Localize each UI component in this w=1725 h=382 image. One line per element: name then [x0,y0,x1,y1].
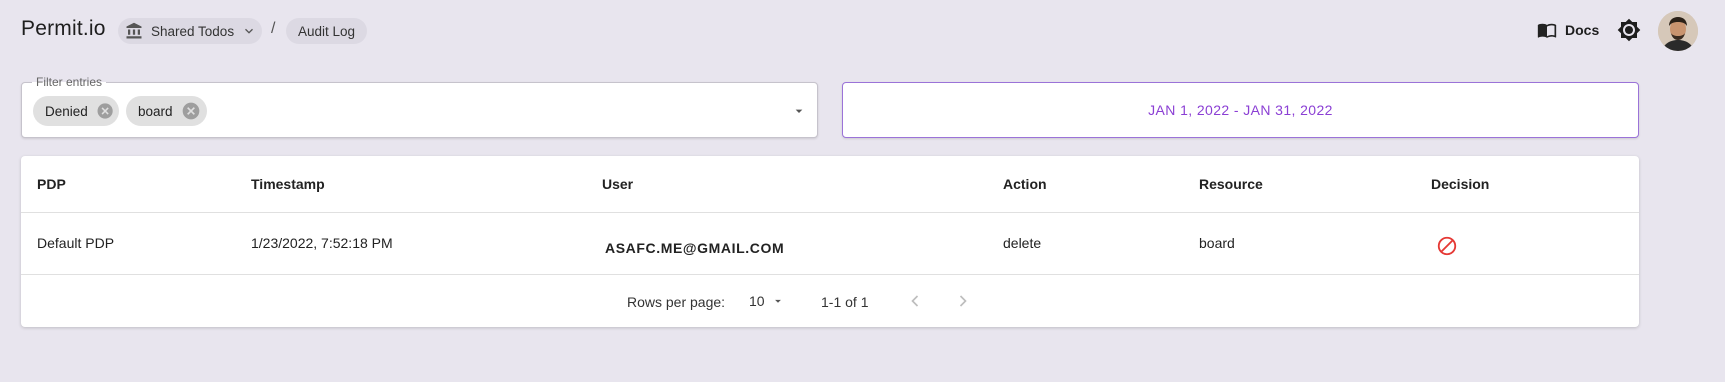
chevron-right-icon[interactable] [953,291,973,311]
filter-entries-field[interactable]: Filter entries Denied board [21,75,818,138]
filter-chip-board[interactable]: board [126,96,207,126]
cell-resource: board [1199,235,1235,251]
project-name: Shared Todos [151,23,235,39]
breadcrumb-separator: / [271,20,276,37]
pagination-range: 1-1 of 1 [821,294,869,310]
avatar-image [1658,11,1698,51]
cell-timestamp: 1/23/2022, 7:52:18 PM [251,235,393,251]
denied-icon [1437,236,1457,256]
filter-legend: Filter entries [32,75,107,89]
arrow-drop-down-icon[interactable] [791,103,807,119]
column-header-resource[interactable]: Resource [1199,176,1263,192]
docs-label: Docs [1565,22,1600,38]
rows-per-page-select[interactable]: 10 [749,293,785,309]
cancel-icon[interactable] [96,101,114,121]
settings-icon[interactable] [1617,18,1641,42]
filter-chip-label: Denied [45,103,88,119]
book-icon [1537,23,1557,38]
cell-user: ASAFC.ME@GMAIL.COM [605,240,785,256]
app-logo[interactable]: Permit.io [21,17,106,41]
column-header-action[interactable]: Action [1003,176,1047,192]
user-avatar[interactable] [1658,11,1698,51]
cancel-icon[interactable] [181,101,201,121]
table-pagination: Rows per page: 10 1-1 of 1 [21,276,1639,327]
cell-action: delete [1003,235,1042,251]
table-header-row: PDP Timestamp User Action Resource Decis… [21,156,1639,213]
top-app-bar: Permit.io Shared Todos / Audit Log Docs [0,0,1725,62]
date-range-picker[interactable]: JAN 1, 2022 - JAN 31, 2022 [842,82,1639,138]
column-header-user[interactable]: User [602,176,633,192]
cell-pdp: Default PDP [37,235,115,251]
project-selector[interactable]: Shared Todos [118,18,262,44]
bank-icon [126,22,142,39]
breadcrumb-current-page[interactable]: Audit Log [286,18,367,44]
column-header-timestamp[interactable]: Timestamp [251,176,325,192]
rows-per-page-label: Rows per page: [627,294,726,310]
docs-link[interactable]: Docs [1537,20,1599,40]
table-row[interactable]: Default PDP 1/23/2022, 7:52:18 PM ASAFC.… [21,213,1639,275]
column-header-decision[interactable]: Decision [1431,176,1489,192]
chevron-down-icon [245,28,254,34]
column-header-pdp[interactable]: PDP [37,176,66,192]
filter-chip-denied[interactable]: Denied [33,96,119,126]
audit-log-table: PDP Timestamp User Action Resource Decis… [21,156,1639,327]
filter-chip-label: board [138,103,173,119]
arrow-drop-down-icon [774,299,781,303]
rows-per-page-value: 10 [749,293,765,309]
chevron-left-icon[interactable] [905,291,925,311]
